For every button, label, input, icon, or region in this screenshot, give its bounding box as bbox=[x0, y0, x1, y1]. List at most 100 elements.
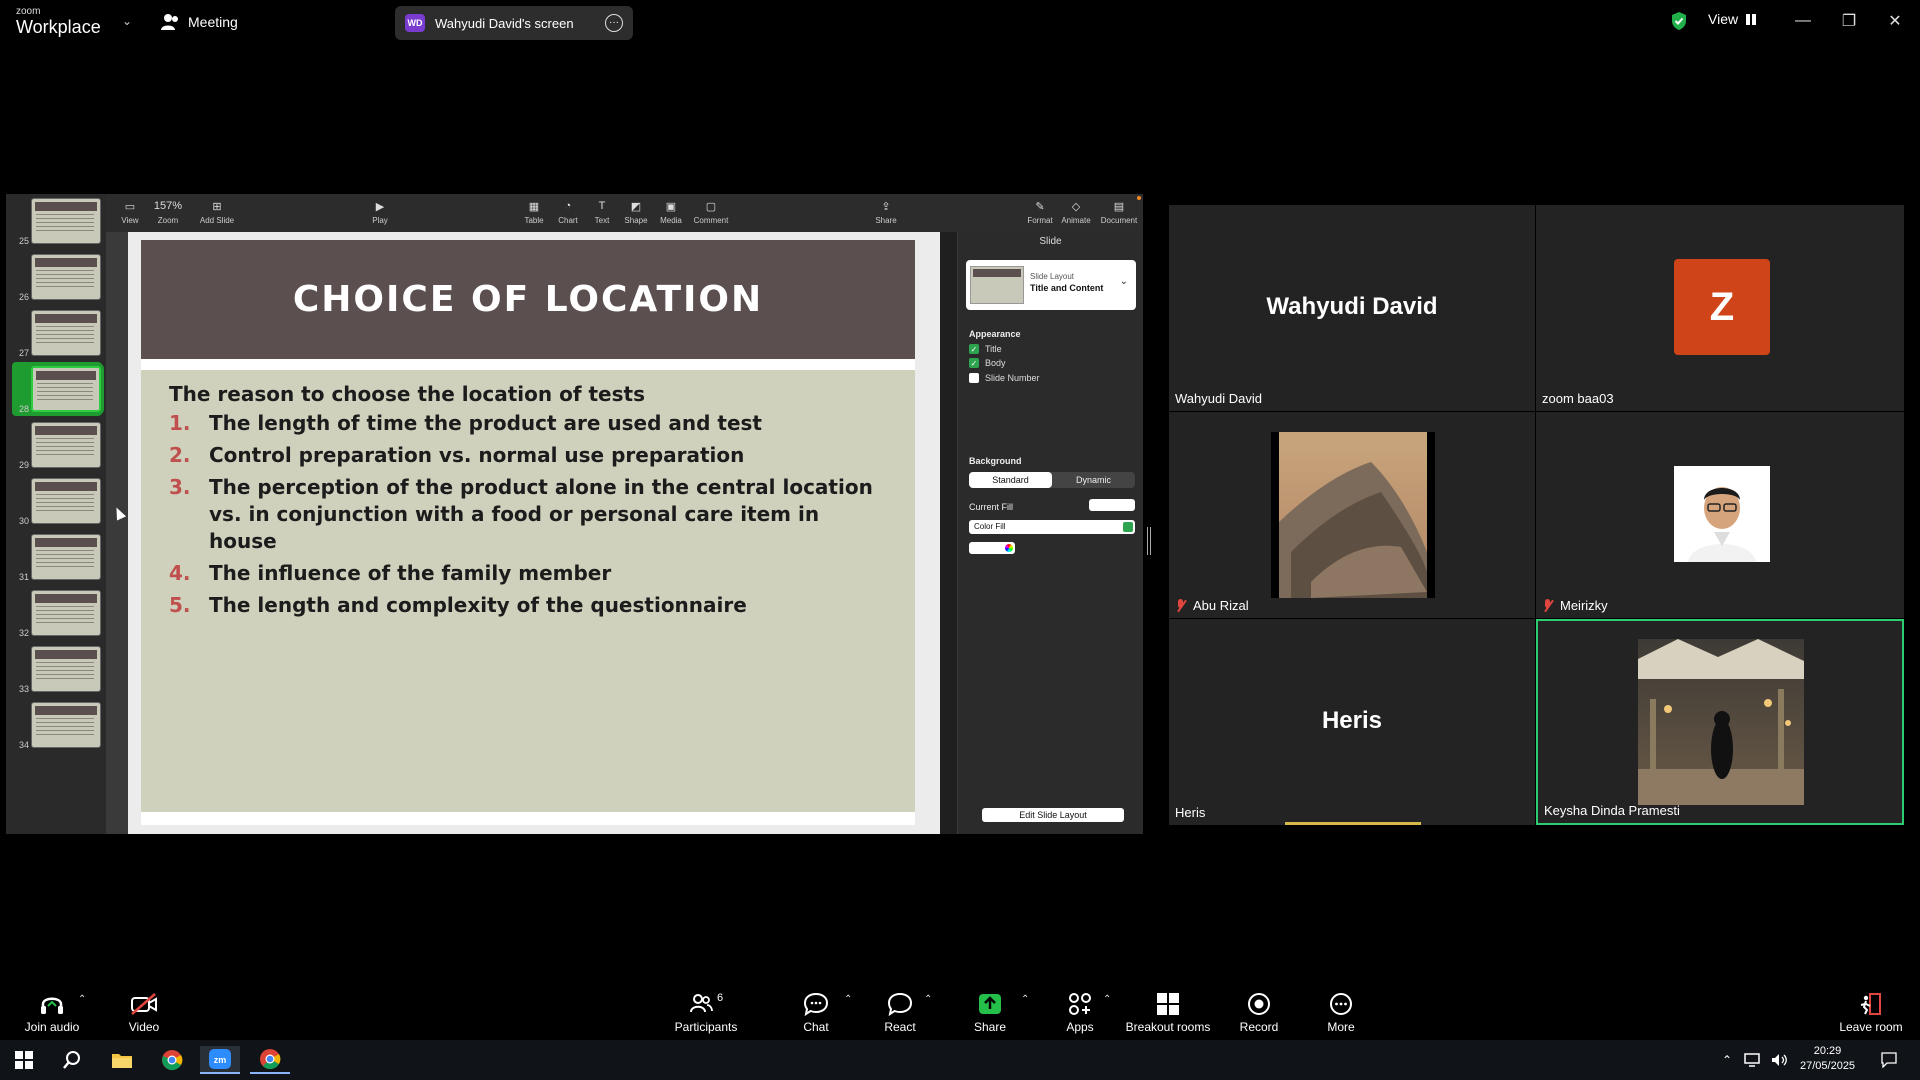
slide-thumbnail[interactable] bbox=[31, 646, 101, 692]
slide-thumbnail[interactable] bbox=[31, 478, 101, 524]
close-button[interactable]: ✕ bbox=[1872, 8, 1918, 34]
slide-number-checkbox[interactable]: Slide Number bbox=[969, 373, 1040, 383]
chrome-taskbar-icon[interactable] bbox=[152, 1046, 192, 1074]
slide-title-box[interactable]: CHOICE OF LOCATION bbox=[141, 240, 915, 359]
add-slide-icon: ⊞ bbox=[212, 201, 222, 213]
apps-options-caret-icon[interactable]: ⌃ bbox=[1103, 994, 1111, 1005]
toolbar-comment[interactable]: ▢ Comment bbox=[687, 200, 735, 225]
restore-button[interactable]: ❐ bbox=[1826, 8, 1872, 34]
chevron-down-icon[interactable]: ⌄ bbox=[122, 14, 132, 28]
slide-thumbnail[interactable] bbox=[31, 198, 101, 244]
slide-navigator[interactable]: 25 26 27 28 29 30 31 32 33 34 bbox=[6, 194, 106, 834]
notifications-icon[interactable] bbox=[1872, 1046, 1906, 1074]
color-picker[interactable] bbox=[969, 542, 1015, 554]
thumbnail-text-lines bbox=[36, 718, 94, 738]
view-button[interactable]: View bbox=[1708, 11, 1757, 27]
participant-name: zoom baa03 bbox=[1542, 391, 1614, 406]
dynamic-option[interactable]: Dynamic bbox=[1052, 472, 1135, 488]
toolbar-animate[interactable]: ◇ Animate bbox=[1056, 200, 1096, 225]
toolbar-zoom[interactable]: 157% Zoom bbox=[148, 200, 188, 225]
participant-tile[interactable]: Wahyudi David Wahyudi David bbox=[1169, 205, 1535, 411]
slide-thumbnail[interactable] bbox=[31, 534, 101, 580]
meeting-controls: Join audio ⌃ Video 6 Participants Chat ⌃… bbox=[0, 980, 1920, 1040]
thumbnail-title-bar bbox=[35, 202, 97, 211]
show-hidden-icons-chevron-icon[interactable]: ⌃ bbox=[1715, 1046, 1739, 1074]
current-slide[interactable]: CHOICE OF LOCATION The reason to choose … bbox=[141, 240, 915, 825]
body-checkbox[interactable]: ✓ Body bbox=[969, 358, 1006, 368]
breakout-rooms-button[interactable]: Breakout rooms bbox=[1125, 992, 1211, 1034]
slide-layout-selector[interactable]: Slide Layout Title and Content ⌄ bbox=[966, 260, 1136, 310]
toolbar-shape[interactable]: ◩ Shape bbox=[616, 200, 656, 225]
search-icon[interactable] bbox=[52, 1046, 92, 1074]
meeting-info-button[interactable]: Meeting bbox=[160, 10, 238, 34]
toolbar-play[interactable]: ▶ Play bbox=[360, 200, 400, 225]
current-fill-swatch[interactable] bbox=[1089, 499, 1135, 511]
chat-options-caret-icon[interactable]: ⌃ bbox=[844, 994, 852, 1005]
share-screen-icon bbox=[979, 994, 1001, 1014]
toolbar-view[interactable]: ▭ View bbox=[110, 200, 150, 225]
participant-tile[interactable]: Abu Rizal bbox=[1169, 412, 1535, 618]
background-segmented-control: Standard Dynamic bbox=[969, 472, 1135, 488]
toolbar-add-slide[interactable]: ⊞ Add Slide bbox=[194, 200, 240, 225]
people-icon bbox=[161, 14, 178, 30]
join-audio-button[interactable]: Join audio bbox=[20, 992, 84, 1034]
toolbar-comment-label: Comment bbox=[693, 216, 729, 225]
participants-button[interactable]: 6 Participants bbox=[668, 992, 744, 1034]
edit-slide-layout-button[interactable]: Edit Slide Layout bbox=[982, 808, 1124, 822]
slide-canvas[interactable]: CHOICE OF LOCATION The reason to choose … bbox=[106, 232, 940, 834]
apps-button[interactable]: Apps bbox=[1060, 992, 1100, 1034]
screen-share-indicator[interactable]: WD Wahyudi David's screen ··· bbox=[395, 6, 633, 40]
list-item-text: The length and complexity of the questio… bbox=[209, 593, 747, 617]
slide-thumbnail[interactable] bbox=[31, 422, 101, 468]
share-label: Share bbox=[973, 1020, 1007, 1034]
zoom-taskbar-icon[interactable]: zm bbox=[200, 1046, 240, 1074]
record-button[interactable]: Record bbox=[1238, 992, 1280, 1034]
title-checkbox[interactable]: ✓ Title bbox=[969, 344, 1002, 354]
minimize-button[interactable]: — bbox=[1780, 8, 1826, 34]
react-options-caret-icon[interactable]: ⌃ bbox=[924, 994, 932, 1005]
audio-options-caret-icon[interactable]: ⌃ bbox=[78, 994, 86, 1005]
video-feed bbox=[1638, 639, 1804, 805]
more-options-icon[interactable]: ··· bbox=[605, 14, 623, 32]
participant-tile[interactable]: Z zoom baa03 bbox=[1536, 205, 1904, 411]
leave-room-button[interactable]: Leave room bbox=[1836, 992, 1906, 1034]
windows-start-icon[interactable] bbox=[4, 1046, 44, 1074]
network-icon[interactable] bbox=[1740, 1046, 1764, 1074]
share-options-caret-icon[interactable]: ⌃ bbox=[1021, 994, 1029, 1005]
more-button[interactable]: More bbox=[1320, 992, 1362, 1034]
standard-option[interactable]: Standard bbox=[969, 472, 1052, 488]
slide-thumbnail[interactable] bbox=[31, 254, 101, 300]
zoom-workplace-logo[interactable]: zoom Workplace bbox=[16, 7, 106, 37]
mic-muted-icon bbox=[1175, 598, 1187, 613]
toolbar-document[interactable]: ▤ Document bbox=[1096, 200, 1142, 225]
toolbar-format[interactable]: ✎ Format bbox=[1020, 200, 1060, 225]
color-wheel-icon bbox=[1005, 544, 1013, 552]
system-clock[interactable]: 20:29 27/05/2025 bbox=[1800, 1044, 1855, 1074]
slide-thumbnail[interactable] bbox=[28, 363, 104, 415]
toolbar-media[interactable]: ▣ Media bbox=[651, 200, 691, 225]
toolbar-share[interactable]: ⇪ Share bbox=[866, 200, 906, 225]
share-button[interactable]: Share bbox=[970, 992, 1010, 1034]
slide-thumbnail[interactable] bbox=[31, 702, 101, 748]
participant-tile[interactable]: Heris Heris bbox=[1169, 619, 1535, 825]
react-button[interactable]: React bbox=[880, 992, 920, 1034]
color-fill-dropdown[interactable]: Color Fill bbox=[969, 520, 1135, 534]
security-shield-icon[interactable] bbox=[1670, 11, 1688, 31]
slide-body-box[interactable]: The reason to choose the location of tes… bbox=[141, 370, 915, 812]
thumbnail-title-bar bbox=[35, 482, 97, 491]
heart-bubble-icon bbox=[887, 992, 913, 1016]
video-button[interactable]: Video bbox=[118, 992, 170, 1034]
thumbnail-title-bar bbox=[35, 538, 97, 547]
join-audio-label: Join audio bbox=[24, 1020, 80, 1034]
slide-thumbnail[interactable] bbox=[31, 590, 101, 636]
react-label: React bbox=[884, 1020, 916, 1034]
split-divider-handle[interactable] bbox=[1147, 527, 1151, 555]
file-explorer-icon[interactable] bbox=[102, 1046, 142, 1074]
volume-icon[interactable] bbox=[1768, 1046, 1792, 1074]
headphones-icon bbox=[41, 997, 63, 1014]
slide-thumbnail[interactable] bbox=[31, 310, 101, 356]
active-speaker-tile[interactable]: Keysha Dinda Pramesti bbox=[1536, 619, 1904, 825]
chrome-active-taskbar-icon[interactable] bbox=[250, 1046, 290, 1074]
participant-tile[interactable]: Meirizky bbox=[1536, 412, 1904, 618]
chat-button[interactable]: Chat bbox=[796, 992, 836, 1034]
